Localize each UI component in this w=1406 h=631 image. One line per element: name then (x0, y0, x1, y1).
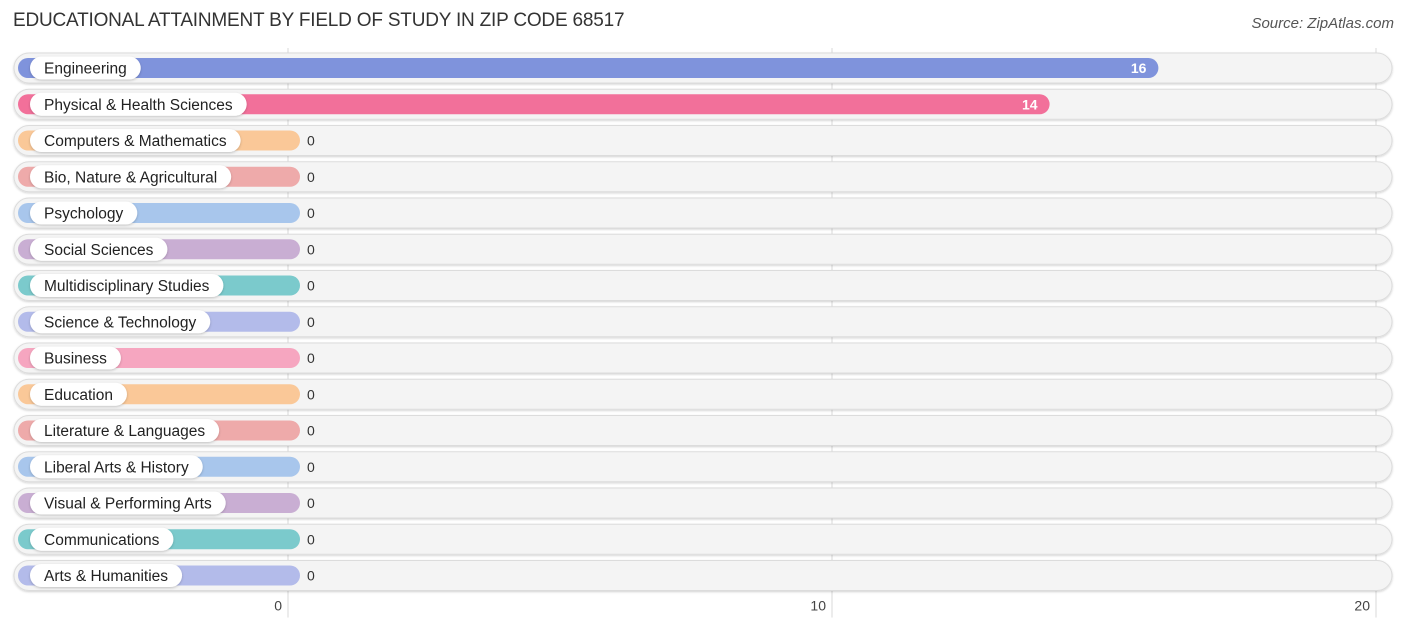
bar-chart: Engineering 16 Physical & Health Sciences 1… (13, 48, 1393, 618)
category-label: Education (44, 387, 113, 404)
x-tick-label: 10 (810, 598, 826, 614)
bar-row: Social Sciences 0 (13, 233, 1393, 265)
category-label: Computers & Mathematics (44, 133, 227, 150)
value-label: 0 (307, 386, 315, 402)
bar-row: Computers & Mathematics 0 (13, 125, 1393, 156)
category-label: Multidisciplinary Studies (44, 278, 210, 295)
value-label: 0 (307, 278, 315, 294)
x-tick-label: 20 (1354, 598, 1370, 614)
value-label: 16 (1131, 60, 1147, 76)
bar-row: Psychology 0 (13, 197, 1393, 229)
value-label: 0 (307, 495, 315, 511)
bar-row: Engineering 16 (13, 52, 1393, 84)
category-label: Psychology (44, 206, 124, 223)
value-label: 0 (307, 568, 315, 584)
value-label: 0 (307, 423, 315, 439)
bar-row: Liberal Arts & History 0 (13, 451, 1393, 483)
bar-row: Science & Technology 0 (13, 306, 1393, 338)
category-label: Bio, Nature & Agricultural (44, 169, 217, 186)
category-label: Liberal Arts & History (44, 459, 189, 476)
category-label: Business (44, 351, 107, 368)
x-tick-label: 0 (274, 598, 282, 614)
value-label: 0 (307, 314, 315, 330)
category-label: Visual & Performing Arts (44, 496, 212, 513)
category-label: Physical & Health Sciences (44, 97, 233, 114)
value-label: 14 (1022, 96, 1038, 112)
bar-row: Business 0 (13, 342, 1393, 374)
bar-row: Literature & Languages 0 (13, 415, 1393, 446)
category-label: Engineering (44, 61, 127, 78)
bar-row: Bio, Nature & Agricultural 0 (13, 161, 1393, 193)
category-label: Social Sciences (44, 242, 154, 259)
bar-row: Education 0 (13, 378, 1393, 410)
category-label: Science & Technology (44, 314, 196, 331)
bar-row: Arts & Humanities 0 (13, 560, 1393, 591)
bar-row: Multidisciplinary Studies 0 (13, 270, 1393, 301)
bar (18, 58, 1159, 78)
bar-row: Visual & Performing Arts 0 (13, 487, 1393, 519)
value-label: 0 (307, 459, 315, 475)
bar-row: Physical & Health Sciences 14 (13, 88, 1393, 120)
bar-row: Communications 0 (13, 523, 1393, 555)
value-label: 0 (307, 169, 315, 185)
category-label: Literature & Languages (44, 423, 205, 440)
value-label: 0 (307, 531, 315, 547)
value-label: 0 (307, 205, 315, 221)
value-label: 0 (307, 241, 315, 257)
value-label: 0 (307, 133, 315, 149)
category-label: Communications (44, 532, 160, 549)
category-label: Arts & Humanities (44, 568, 168, 585)
value-label: 0 (307, 350, 315, 366)
